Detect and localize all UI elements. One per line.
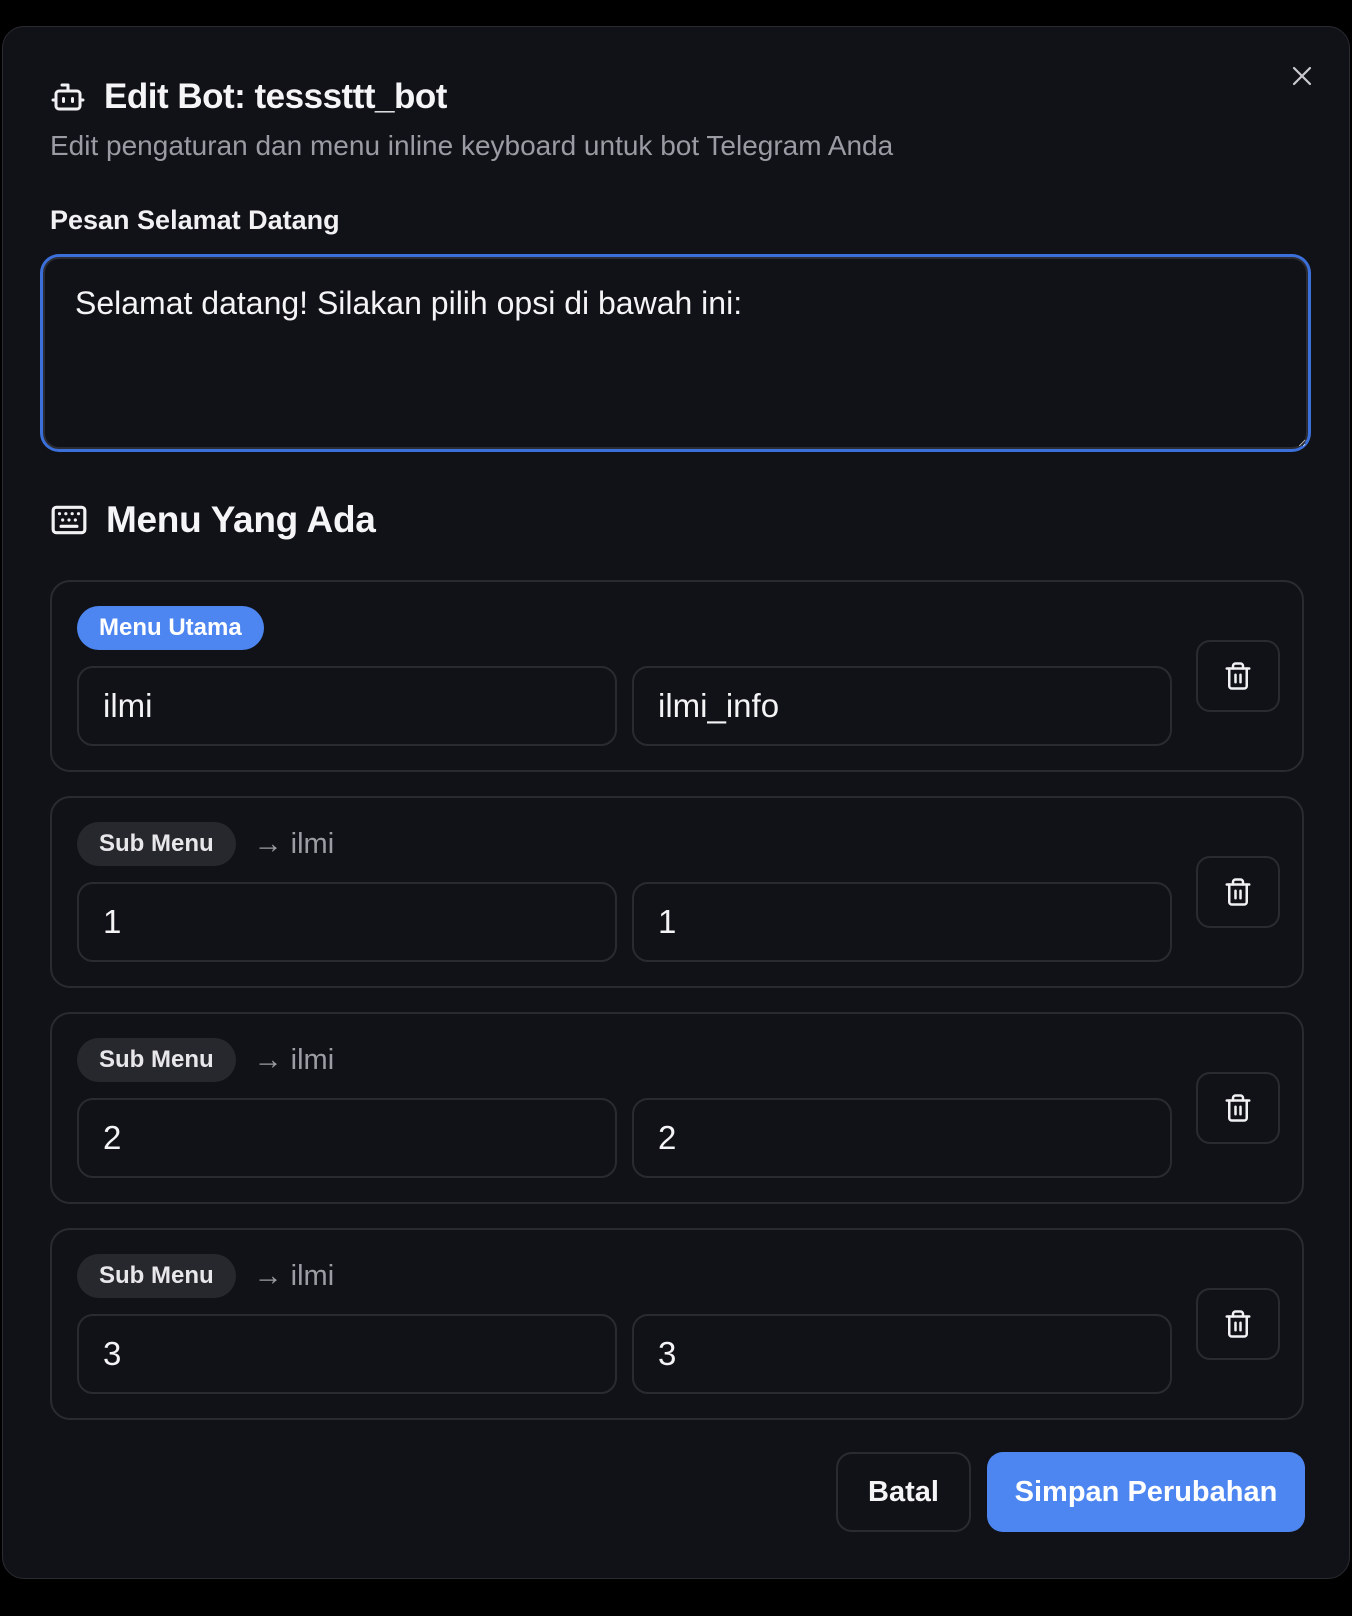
parent-menu-reference: → ilmi bbox=[254, 1260, 335, 1293]
delete-menu-button[interactable] bbox=[1196, 640, 1280, 712]
arrow-right-icon: → bbox=[253, 1259, 283, 1292]
delete-menu-button[interactable] bbox=[1196, 1072, 1280, 1144]
trash-icon bbox=[1225, 1310, 1251, 1338]
menu-card-sub: Sub Menu → ilmi bbox=[50, 1012, 1304, 1204]
keyboard-icon bbox=[51, 505, 87, 535]
menu-callback-input[interactable] bbox=[632, 882, 1172, 962]
menus-section-title: Menu Yang Ada bbox=[106, 499, 376, 540]
trash-icon bbox=[1225, 878, 1251, 906]
parent-menu-name: ilmi bbox=[290, 1043, 335, 1076]
menu-card-main: Menu Utama bbox=[50, 580, 1304, 772]
menu-type-badge: Sub Menu bbox=[77, 1038, 236, 1082]
dialog-header: Edit Bot: tesssttt_bot bbox=[50, 72, 447, 122]
menu-callback-input[interactable] bbox=[632, 1314, 1172, 1394]
menu-callback-input[interactable] bbox=[632, 1098, 1172, 1178]
menu-text-input[interactable] bbox=[77, 666, 617, 746]
parent-menu-name: ilmi bbox=[290, 1259, 335, 1292]
menu-callback-input[interactable] bbox=[632, 666, 1172, 746]
menu-text-input[interactable] bbox=[77, 1314, 617, 1394]
menu-type-badge: Menu Utama bbox=[77, 606, 264, 650]
delete-menu-button[interactable] bbox=[1196, 1288, 1280, 1360]
arrow-right-icon: → bbox=[253, 1043, 283, 1076]
parent-menu-reference: → ilmi bbox=[254, 1044, 335, 1077]
menu-badge-row: Sub Menu → ilmi bbox=[77, 1254, 334, 1298]
arrow-right-icon: → bbox=[253, 827, 283, 860]
save-changes-button[interactable]: Simpan Perubahan bbox=[987, 1452, 1305, 1532]
close-button[interactable] bbox=[1286, 60, 1318, 92]
menu-text-input[interactable] bbox=[77, 1098, 617, 1178]
parent-menu-reference: → ilmi bbox=[254, 828, 335, 861]
menu-card-sub: Sub Menu → ilmi bbox=[50, 796, 1304, 988]
menu-badge-row: Sub Menu → ilmi bbox=[77, 822, 334, 866]
cancel-button[interactable]: Batal bbox=[836, 1452, 971, 1532]
dialog-title: Edit Bot: tesssttt_bot bbox=[104, 77, 447, 116]
menu-type-badge: Sub Menu bbox=[77, 822, 236, 866]
menu-type-badge: Sub Menu bbox=[77, 1254, 236, 1298]
bot-icon bbox=[51, 83, 85, 111]
dialog-subtitle: Edit pengaturan dan menu inline keyboard… bbox=[50, 130, 894, 161]
parent-menu-name: ilmi bbox=[290, 827, 335, 860]
trash-icon bbox=[1225, 662, 1251, 690]
menu-card-sub: Sub Menu → ilmi bbox=[50, 1228, 1304, 1420]
trash-icon bbox=[1225, 1094, 1251, 1122]
close-icon bbox=[1292, 66, 1312, 86]
welcome-message-textarea[interactable]: Selamat datang! Silakan pilih opsi di ba… bbox=[43, 257, 1308, 449]
menus-section-header: Menu Yang Ada bbox=[50, 494, 376, 546]
menu-text-input[interactable] bbox=[77, 882, 617, 962]
delete-menu-button[interactable] bbox=[1196, 856, 1280, 928]
menu-badge-row: Sub Menu → ilmi bbox=[77, 1038, 334, 1082]
menu-badge-row: Menu Utama bbox=[77, 606, 264, 650]
welcome-message-label: Pesan Selamat Datang bbox=[50, 205, 340, 235]
